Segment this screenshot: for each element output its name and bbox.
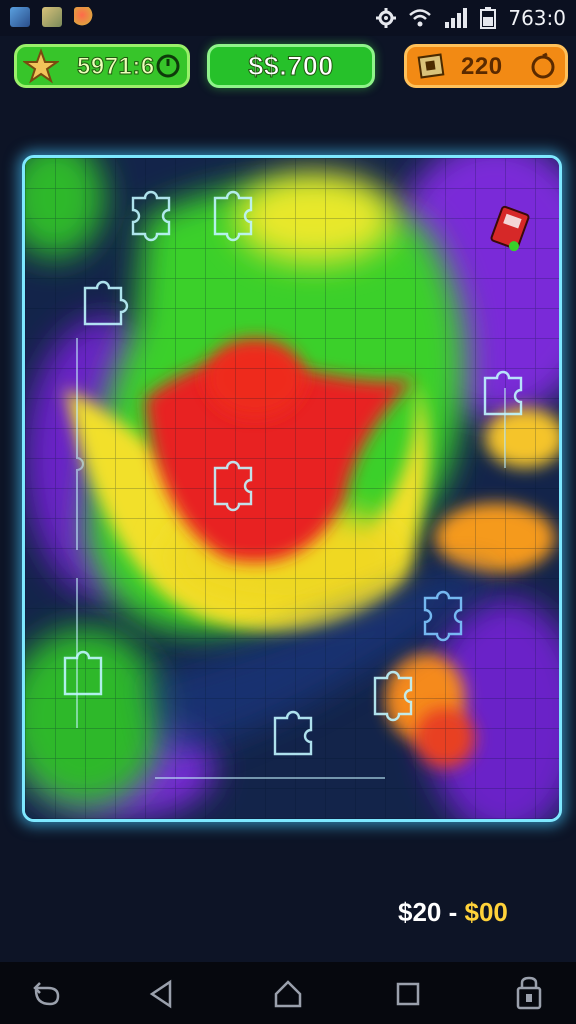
battery-icon [480, 7, 497, 29]
price-label: $20 - $00 [398, 897, 508, 928]
system-nav-bar [0, 962, 576, 1024]
pieces-value: 220 [461, 53, 503, 80]
timer-icon [156, 54, 180, 78]
coins-value: $$.700 [248, 51, 334, 82]
photos-app-icon [10, 7, 30, 27]
settings-icon [376, 8, 397, 28]
signal-icon [445, 8, 468, 28]
star-icon [23, 48, 59, 84]
recents-icon[interactable] [388, 974, 428, 1014]
puzzle-image [25, 158, 559, 819]
folder-app-icon [42, 7, 62, 27]
price-prefix: $20 - [398, 897, 465, 927]
puzzle-board[interactable] [22, 155, 562, 822]
puzzle-box-icon [417, 53, 445, 79]
stars-counter[interactable]: 5971:6 [14, 44, 190, 88]
status-time: 763:0 [508, 6, 566, 30]
pieces-counter[interactable]: 220 [404, 44, 568, 88]
triangle-back-icon[interactable] [142, 974, 182, 1014]
game-app-icon [74, 7, 94, 27]
price-highlight: $00 [464, 897, 508, 927]
hint-icon [531, 52, 555, 79]
home-icon[interactable] [268, 974, 308, 1014]
wifi-icon [409, 9, 432, 27]
coins-counter[interactable]: $$.700 [207, 44, 375, 88]
stars-value: 5971:6 [77, 53, 155, 81]
lock-icon[interactable] [510, 974, 550, 1014]
back-icon[interactable] [26, 974, 66, 1014]
status-bar: 763:0 [0, 0, 576, 36]
